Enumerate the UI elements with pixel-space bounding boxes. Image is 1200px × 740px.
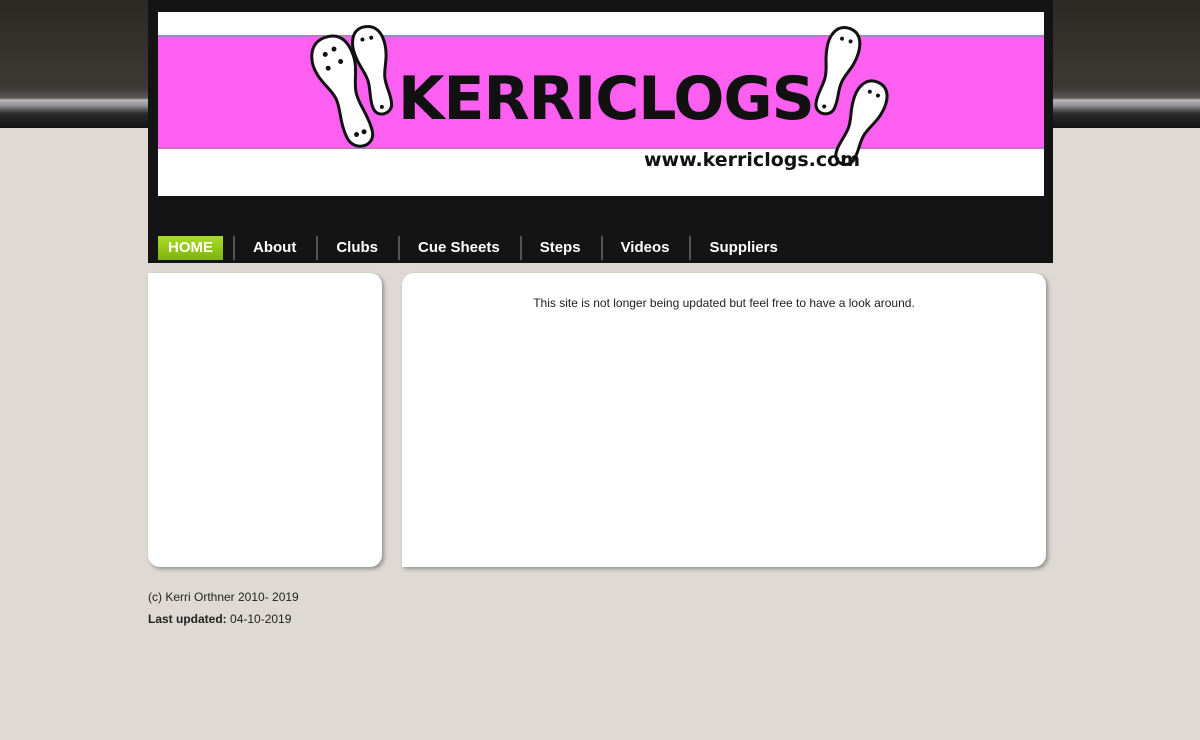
site-banner[interactable]: KERRICLOGS www.kerriclogs.com xyxy=(158,12,1044,196)
site-logo-text: KERRICLOGS xyxy=(398,64,815,134)
last-updated-label: Last updated: xyxy=(148,612,227,626)
nav-item-suppliers[interactable]: Suppliers xyxy=(689,236,797,260)
site-url: www.kerriclogs.com xyxy=(644,149,860,171)
site-notice: This site is not longer being updated bu… xyxy=(533,296,915,310)
nav-item-about[interactable]: About xyxy=(233,236,316,260)
sidebar-panel xyxy=(148,273,382,567)
last-updated: Last updated: 04-10-2019 xyxy=(148,608,299,630)
footer: (c) Kerri Orthner 2010- 2019 Last update… xyxy=(148,586,299,630)
nav-item-clubs[interactable]: Clubs xyxy=(316,236,398,260)
main-nav: HOME About Clubs Cue Sheets Steps Videos… xyxy=(158,236,798,260)
nav-item-videos[interactable]: Videos xyxy=(600,236,690,260)
copyright-text: (c) Kerri Orthner 2010- 2019 xyxy=(148,590,299,604)
content-panel: This site is not longer being updated bu… xyxy=(402,273,1046,567)
nav-item-home[interactable]: HOME xyxy=(158,236,223,260)
last-updated-value: 04-10-2019 xyxy=(230,612,292,626)
nav-item-cue-sheets[interactable]: Cue Sheets xyxy=(398,236,520,260)
header: KERRICLOGS www.kerriclogs.com HOME About… xyxy=(148,0,1053,263)
nav-item-steps[interactable]: Steps xyxy=(519,236,601,260)
